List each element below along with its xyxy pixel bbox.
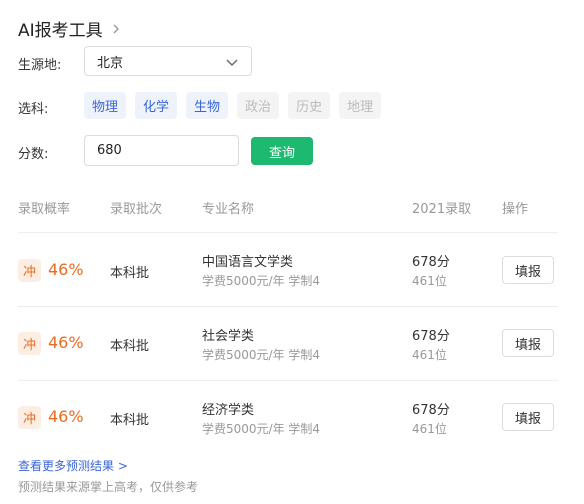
score-input[interactable]: 680	[84, 135, 239, 166]
source-select[interactable]: 北京	[84, 46, 252, 76]
tool-header[interactable]: AI报考工具	[18, 16, 123, 41]
admission-score: 678分	[412, 255, 450, 270]
table-row: 冲 46% 本科批 中国语言文学类 学费5000元/年 学制4 678分 461…	[0, 233, 584, 307]
subject-chip-politics[interactable]: 政治	[237, 92, 280, 119]
subject-chips: 物理 化学 生物 政治 历史 地理	[84, 92, 390, 119]
tuition-info: 学费5000元/年 学制4	[202, 348, 321, 362]
page-title: AI报考工具	[18, 21, 103, 41]
source-note: 预测结果来源掌上高考，仅供参考	[18, 480, 199, 494]
header-batch: 录取批次	[110, 202, 163, 217]
subject-chip-chemistry[interactable]: 化学	[135, 92, 178, 119]
subject-chip-physics[interactable]: 物理	[84, 92, 127, 119]
admission-rank: 461位	[412, 274, 447, 288]
rush-badge: 冲	[18, 406, 41, 429]
tuition-info: 学费5000元/年 学制4	[202, 274, 321, 288]
table-row: 冲 46% 本科批 社会学类 学费5000元/年 学制4 678分 461位 填…	[0, 307, 584, 381]
more-results-link[interactable]: 查看更多预测结果 >	[18, 457, 128, 474]
major-name: 中国语言文学类	[202, 255, 294, 270]
admission-rank: 461位	[412, 348, 447, 362]
tuition-info: 学费5000元/年 学制4	[202, 422, 321, 436]
header-major: 专业名称	[202, 202, 255, 217]
chevron-down-icon	[226, 59, 238, 66]
admission-rank: 461位	[412, 422, 447, 436]
batch-value: 本科批	[110, 413, 150, 428]
rush-badge: 冲	[18, 332, 41, 355]
score-label: 分数:	[18, 147, 49, 162]
probability-value: 46%	[48, 260, 84, 279]
apply-button[interactable]: 填报	[502, 329, 554, 357]
batch-value: 本科批	[110, 339, 150, 354]
admission-score: 678分	[412, 403, 450, 418]
score-input-value: 680	[97, 143, 122, 158]
subject-chip-biology[interactable]: 生物	[186, 92, 229, 119]
major-name: 经济学类	[202, 403, 255, 418]
rush-badge: 冲	[18, 259, 41, 282]
header-probability: 录取概率	[18, 202, 71, 217]
major-name: 社会学类	[202, 329, 255, 344]
subjects-label: 选科:	[18, 102, 49, 117]
apply-button[interactable]: 填报	[502, 403, 554, 431]
probability-value: 46%	[48, 407, 84, 426]
admission-score: 678分	[412, 329, 450, 344]
apply-button[interactable]: 填报	[502, 256, 554, 284]
source-value: 北京	[97, 55, 124, 71]
header-admission: 2021录取	[412, 202, 472, 217]
query-button[interactable]: 查询	[251, 137, 313, 165]
subject-chip-geography[interactable]: 地理	[339, 92, 382, 119]
table-row: 冲 46% 本科批 经济学类 学费5000元/年 学制4 678分 461位 填…	[0, 381, 584, 455]
subject-chip-history[interactable]: 历史	[288, 92, 331, 119]
batch-value: 本科批	[110, 266, 150, 281]
source-label: 生源地:	[18, 58, 62, 73]
chevron-right-icon	[113, 24, 119, 33]
probability-value: 46%	[48, 333, 84, 352]
header-action: 操作	[502, 202, 529, 217]
